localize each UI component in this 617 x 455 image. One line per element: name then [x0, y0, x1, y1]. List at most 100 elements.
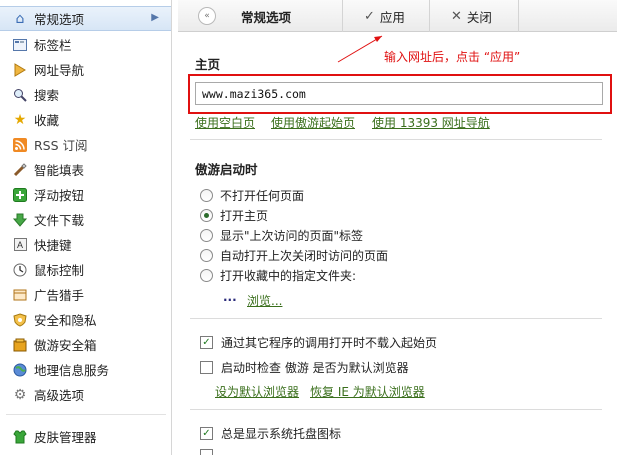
- startup-option-homepage[interactable]: 打开主页: [200, 207, 268, 224]
- checkbox-checked[interactable]: ✓: [200, 427, 213, 440]
- homepage-url-input[interactable]: www.mazi365.com: [195, 82, 603, 105]
- gear-icon: ⚙: [13, 386, 27, 403]
- sidebar-item-nav[interactable]: 网址导航: [0, 57, 171, 82]
- sidebar-item-form-fill[interactable]: 智能填表: [0, 157, 171, 182]
- startup-section-title: 傲游启动时: [195, 162, 258, 177]
- partial-checkbox-row[interactable]: [200, 449, 221, 455]
- sidebar-item-general[interactable]: ⌂ 常规选项 ▶: [0, 6, 171, 31]
- double-chevron-left-icon: «: [204, 11, 210, 21]
- radio-button-selected[interactable]: [200, 209, 213, 222]
- startup-option-last-tab[interactable]: 显示"上次访问的页面"标签: [200, 227, 363, 244]
- restore-ie-default-link[interactable]: 恢复 IE 为默认浏览器: [310, 383, 425, 400]
- float-button-icon: [12, 187, 28, 203]
- folder-dots: ...: [223, 290, 237, 304]
- sidebar-item-label: 常规选项: [34, 12, 85, 27]
- sidebar-item-tabbar[interactable]: 标签栏: [0, 32, 171, 57]
- sidebar-divider: [6, 414, 166, 415]
- nav-icon: [12, 62, 28, 78]
- startup-option-restore[interactable]: 自动打开上次关闭时访问的页面: [200, 247, 388, 264]
- radio-button[interactable]: [200, 249, 213, 262]
- sidebar-item-security[interactable]: 安全和隐私: [0, 307, 171, 332]
- sidebar: ⌂ 常规选项 ▶ 标签栏 网址导航 搜索 ★ 收藏 RSS 订阅 智能填表 浮动…: [0, 0, 172, 455]
- sidebar-item-advanced[interactable]: ⚙ 高级选项: [0, 382, 171, 407]
- radio-button[interactable]: [200, 269, 213, 282]
- option-label: 不打开任何页面: [220, 189, 305, 203]
- radio-button[interactable]: [200, 229, 213, 242]
- mouse-icon: [12, 262, 28, 278]
- sidebar-item-label: 安全和隐私: [34, 313, 97, 328]
- use-blank-page-link[interactable]: 使用空白页: [195, 114, 255, 131]
- ad-hunter-icon: [12, 287, 28, 303]
- close-icon: ✕: [451, 9, 462, 24]
- homepage-section-title: 主页: [195, 57, 221, 72]
- sidebar-item-label: 智能填表: [34, 163, 85, 178]
- sidebar-item-mouse[interactable]: 鼠标控制: [0, 257, 171, 282]
- radio-button[interactable]: [200, 189, 213, 202]
- sidebar-item-label: 浮动按钮: [34, 188, 85, 203]
- annotation-arrow: [337, 35, 383, 63]
- divider: [190, 409, 602, 410]
- sidebar-item-label: 收藏: [34, 113, 60, 128]
- option-label: 自动打开上次关闭时访问的页面: [220, 249, 389, 263]
- search-icon: [12, 87, 28, 103]
- download-icon: [12, 212, 28, 228]
- sidebar-item-float-button[interactable]: 浮动按钮: [0, 182, 171, 207]
- use-start-page-link[interactable]: 使用傲游起始页: [271, 114, 355, 131]
- safe-box-icon: [12, 337, 28, 353]
- startup-option-none[interactable]: 不打开任何页面: [200, 187, 304, 204]
- sidebar-item-label: 快捷键: [34, 238, 72, 253]
- checkmark-icon: ✓: [364, 9, 375, 24]
- apply-button[interactable]: ✓ 应用: [364, 7, 405, 26]
- option-label: 打开收藏中的指定文件夹:: [220, 269, 357, 283]
- no-startpage-checkbox-row[interactable]: ✓ 通过其它程序的调用打开时不载入起始页: [200, 334, 437, 351]
- checkbox-label: 启动时检查 傲游 是否为默认浏览器: [221, 361, 409, 375]
- checkbox[interactable]: [200, 361, 213, 374]
- checkbox-label: 通过其它程序的调用打开时不载入起始页: [221, 336, 438, 350]
- toolbar: « 常规选项 ✓ 应用 ✕ 关闭: [178, 0, 617, 32]
- startup-option-folder[interactable]: 打开收藏中的指定文件夹:: [200, 267, 356, 284]
- sidebar-item-shortcut[interactable]: A 快捷键: [0, 232, 171, 257]
- tray-icon-checkbox-row[interactable]: ✓ 总是显示系统托盘图标: [200, 425, 341, 442]
- toolbar-title: 常规选项: [241, 10, 292, 25]
- option-label: 打开主页: [220, 209, 269, 223]
- option-label: 显示"上次访问的页面"标签: [220, 229, 364, 243]
- set-default-browser-link[interactable]: 设为默认浏览器: [215, 383, 299, 400]
- sidebar-item-download[interactable]: 文件下载: [0, 207, 171, 232]
- skin-icon: [12, 429, 28, 445]
- sidebar-item-search[interactable]: 搜索: [0, 82, 171, 107]
- home-icon: ⌂: [15, 10, 25, 27]
- sidebar-item-label: 皮肤管理器: [34, 430, 97, 445]
- browse-link[interactable]: 浏览...: [247, 292, 282, 309]
- sidebar-item-geo[interactable]: 地理信息服务: [0, 357, 171, 382]
- sidebar-item-label: 广告猎手: [34, 288, 85, 303]
- svg-text:A: A: [17, 240, 23, 250]
- divider: [190, 318, 602, 319]
- collapse-button[interactable]: «: [198, 7, 216, 25]
- checkbox[interactable]: [200, 449, 213, 455]
- sidebar-item-label: RSS 订阅: [34, 138, 88, 153]
- sidebar-item-label: 标签栏: [34, 38, 72, 53]
- sidebar-item-safe-box[interactable]: 傲游安全箱: [0, 332, 171, 357]
- use-nav-page-link[interactable]: 使用 13393 网址导航: [372, 114, 490, 131]
- tabbar-icon: [12, 37, 28, 53]
- checkbox-label: 总是显示系统托盘图标: [221, 427, 342, 441]
- toolbar-separator: [518, 0, 519, 32]
- sidebar-item-rss[interactable]: RSS 订阅: [0, 132, 171, 157]
- sidebar-item-label: 文件下载: [34, 213, 85, 228]
- default-browser-checkbox-row[interactable]: 启动时检查 傲游 是否为默认浏览器: [200, 359, 409, 376]
- sidebar-item-ad-hunter[interactable]: 广告猎手: [0, 282, 171, 307]
- main-panel: 输入网址后，点击 “应用” 主页 www.mazi365.com 使用空白页 使…: [178, 32, 617, 455]
- sidebar-item-label: 地理信息服务: [34, 363, 110, 378]
- annotation-text: 输入网址后，点击 “应用”: [384, 50, 521, 64]
- sidebar-item-skin[interactable]: 皮肤管理器: [0, 424, 171, 449]
- sidebar-item-label: 鼠标控制: [34, 263, 85, 278]
- checkbox-checked[interactable]: ✓: [200, 336, 213, 349]
- close-button[interactable]: ✕ 关闭: [451, 7, 492, 26]
- shield-icon: [12, 312, 28, 328]
- divider: [190, 139, 602, 140]
- sidebar-item-label: 高级选项: [34, 388, 85, 403]
- close-label: 关闭: [466, 10, 492, 25]
- sidebar-item-favorites[interactable]: ★ 收藏: [0, 107, 171, 132]
- toolbar-separator: [342, 0, 343, 32]
- form-fill-icon: [12, 162, 28, 178]
